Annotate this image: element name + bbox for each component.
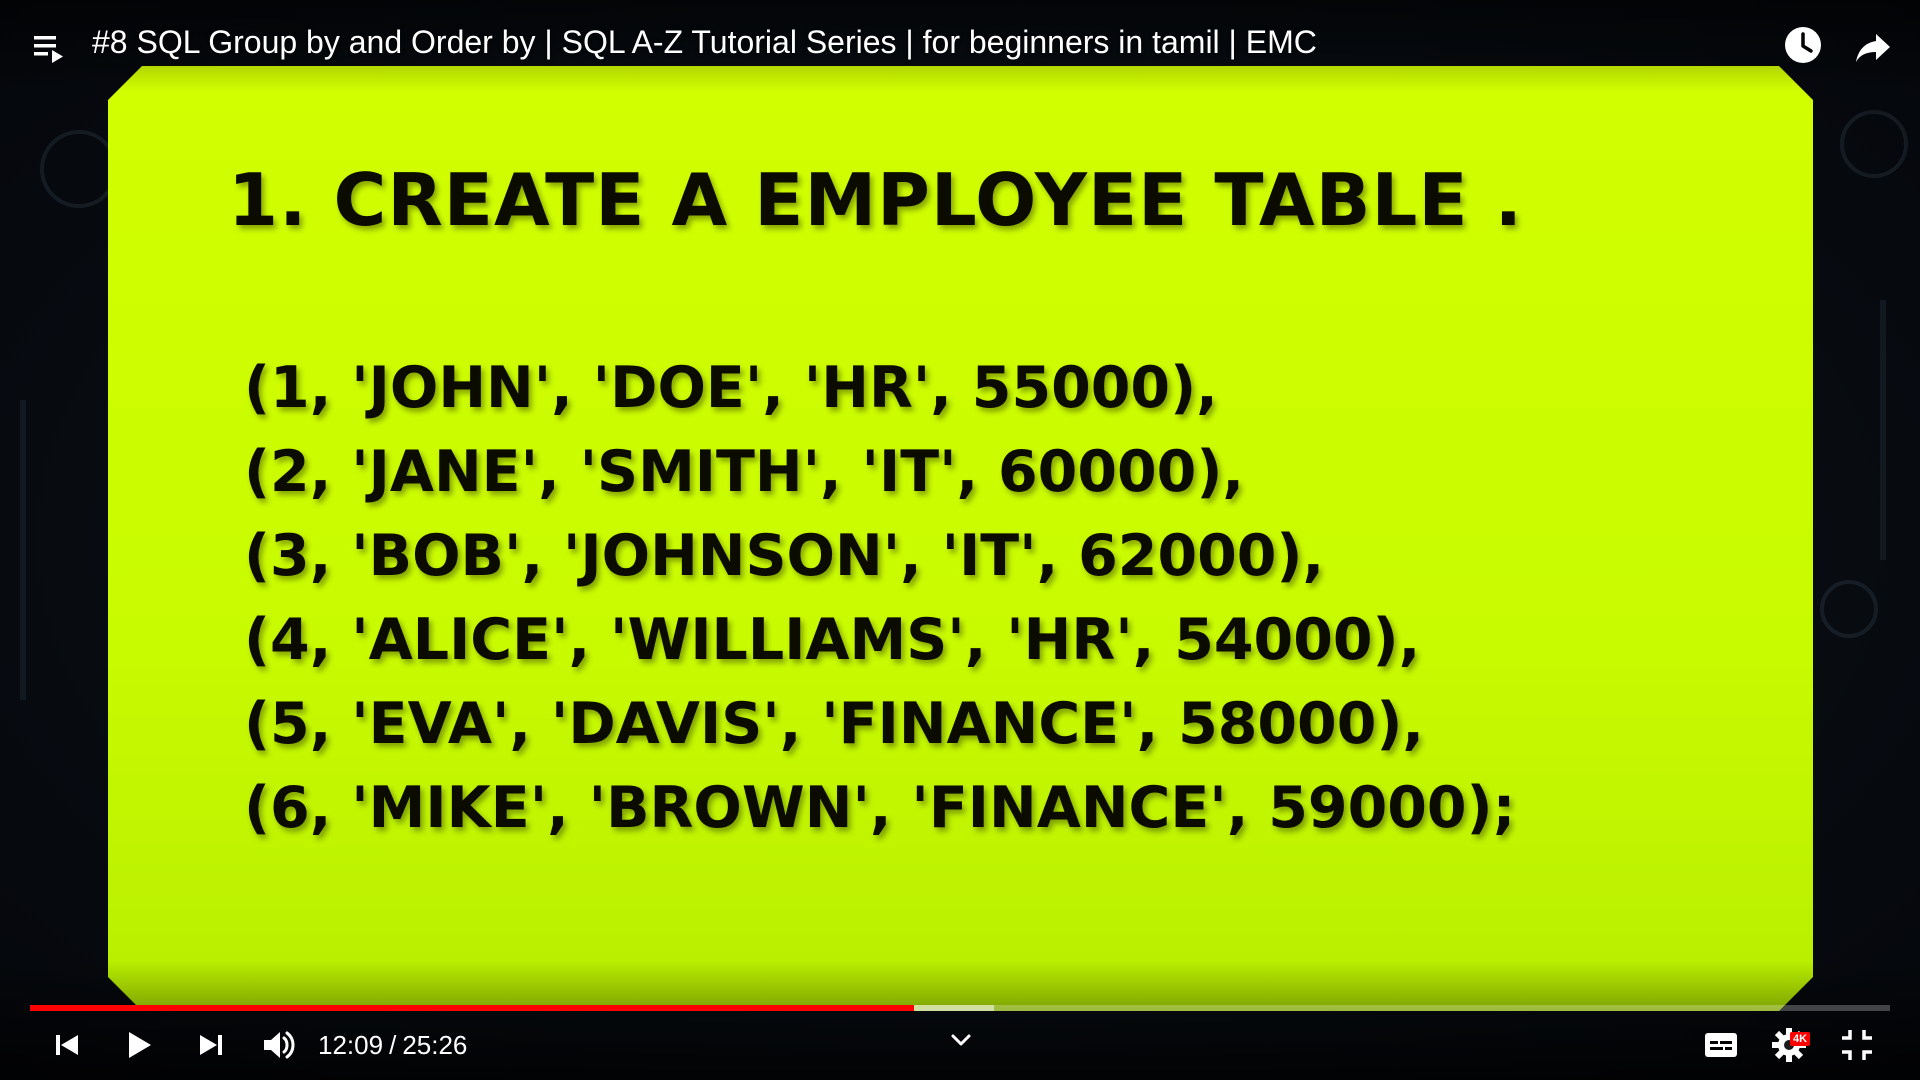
progress-bar[interactable] — [30, 1005, 1890, 1011]
sql-value-row: (6, 'MIKE', 'BROWN', 'FINANCE', 59000); — [244, 775, 1516, 841]
clock-icon[interactable] — [1782, 24, 1824, 66]
progress-played — [30, 1005, 915, 1011]
slide-heading: 1. CREATE A EMPLOYEE TABLE . — [228, 158, 1523, 242]
sql-value-row: (4, 'ALICE', 'WILLIAMS', 'HR', 54000), — [244, 607, 1421, 673]
sql-value-row: (3, 'BOB', 'JOHNSON', 'IT', 62000), — [244, 523, 1325, 589]
previous-icon[interactable] — [46, 1024, 88, 1066]
sql-values-list: (1, 'JOHN', 'DOE', 'HR', 55000), (2, 'JA… — [244, 346, 1515, 850]
background-decoration — [1880, 300, 1886, 560]
duration: 25:26 — [402, 1030, 468, 1060]
sql-value-row: (2, 'JANE', 'SMITH', 'IT', 60000), — [244, 439, 1245, 505]
slide: 1. CREATE A EMPLOYEE TABLE . (1, 'JOHN',… — [108, 66, 1813, 1011]
current-time: 12:09 — [318, 1030, 384, 1060]
subtitles-icon[interactable] — [1700, 1024, 1742, 1066]
video-player[interactable]: 1. CREATE A EMPLOYEE TABLE . (1, 'JOHN',… — [0, 0, 1920, 1080]
sql-value-row: (5, 'EVA', 'DAVIS', 'FINANCE', 58000), — [244, 691, 1425, 757]
playlist-icon[interactable] — [32, 30, 68, 66]
share-arrow-icon[interactable] — [1852, 26, 1894, 68]
background-decoration — [1820, 580, 1878, 638]
time-separator: / — [389, 1030, 397, 1060]
time-display: 12:09/25:26 — [318, 1030, 467, 1061]
play-icon[interactable] — [118, 1024, 160, 1066]
next-icon[interactable] — [190, 1024, 232, 1066]
video-title[interactable]: #8 SQL Group by and Order by | SQL A-Z T… — [92, 24, 1317, 61]
chevron-down-icon[interactable] — [948, 1030, 974, 1050]
sql-value-row: (1, 'JOHN', 'DOE', 'HR', 55000), — [244, 355, 1218, 421]
exit-fullscreen-icon[interactable] — [1836, 1024, 1878, 1066]
background-decoration — [20, 400, 26, 700]
background-decoration — [40, 130, 118, 208]
background-decoration — [1840, 110, 1908, 178]
quality-badge: 4K — [1790, 1032, 1811, 1046]
volume-icon[interactable] — [258, 1024, 300, 1066]
